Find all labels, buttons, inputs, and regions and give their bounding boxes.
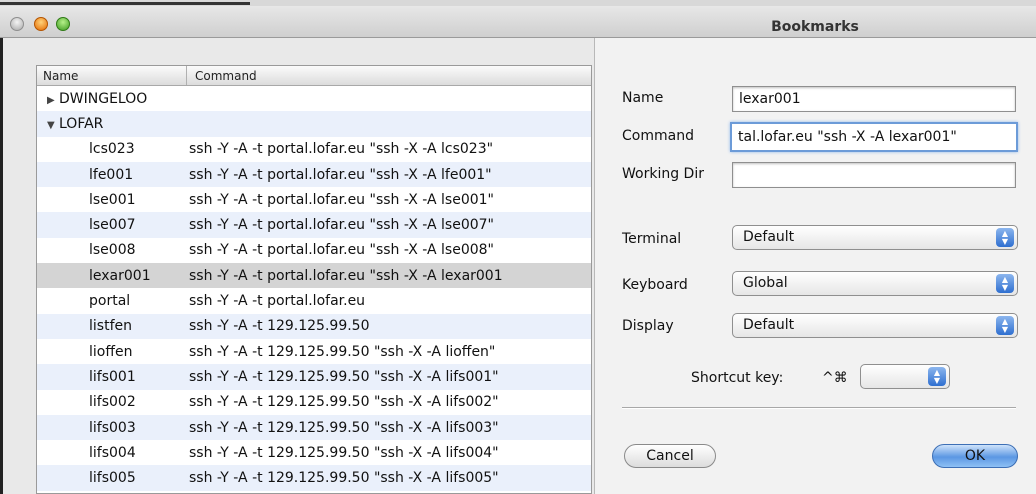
disclosure-expanded-icon[interactable]: ▼	[47, 120, 59, 131]
table-row[interactable]: lifs001 ssh -Y -A -t 129.125.99.50 "ssh …	[37, 364, 591, 390]
table-row[interactable]: lifs002 ssh -Y -A -t 129.125.99.50 "ssh …	[37, 390, 591, 415]
row-name: lifs002	[89, 394, 136, 411]
row-command: ssh -Y -A -t 129.125.99.50 "ssh -X -A li…	[189, 343, 496, 360]
terminal-popup-value: Default	[743, 229, 795, 245]
row-command: ssh -Y -A -t portal.lofar.eu "ssh -X -A …	[189, 166, 492, 183]
command-label: Command	[622, 128, 694, 144]
keyboard-popup[interactable]: Global ▲ ▼	[732, 271, 1018, 296]
bookmark-list-pane: Name Command ▶ DWINGELOO ▼ LOFAR lcs023 ss…	[0, 38, 598, 494]
shortcut-key-popup[interactable]: ▲ ▼	[860, 364, 950, 389]
row-command: ssh -Y -A -t 129.125.99.50	[189, 318, 370, 335]
window-behind-edge	[0, 0, 1036, 6]
row-name: lifs004	[89, 444, 136, 461]
keyboard-label: Keyboard	[622, 277, 688, 293]
keyboard-popup-value: Global	[743, 275, 788, 291]
window-left-edge	[0, 38, 3, 494]
row-name: lifs003	[89, 419, 136, 436]
separator	[622, 407, 1016, 409]
popup-arrows-icon: ▲ ▼	[996, 228, 1014, 247]
group-row-lofar[interactable]: ▼ LOFAR	[37, 111, 591, 137]
bookmark-list[interactable]: Name Command ▶ DWINGELOO ▼ LOFAR lcs023 ss…	[36, 65, 592, 494]
table-row[interactable]: lse007 ssh -Y -A -t portal.lofar.eu "ssh…	[37, 212, 591, 238]
row-name: lifs001	[89, 368, 136, 385]
command-field[interactable]: tal.lofar.eu "ssh -X -A lexar001"	[730, 122, 1018, 152]
list-header: Name Command	[37, 66, 591, 86]
column-header-name[interactable]: Name	[37, 66, 187, 85]
group-label: LOFAR	[59, 115, 104, 132]
row-command: ssh -Y -A -t portal.lofar.eu	[189, 293, 366, 310]
shortcut-label: Shortcut key:	[691, 370, 784, 386]
table-row[interactable]: portal ssh -Y -A -t portal.lofar.eu	[37, 288, 591, 313]
name-label: Name	[622, 90, 664, 106]
title-bar: Bookmarks	[0, 0, 1036, 38]
row-command: ssh -Y -A -t portal.lofar.eu "ssh -X -A …	[189, 217, 494, 234]
row-name: lifs005	[89, 470, 136, 487]
row-name: lexar001	[89, 267, 151, 284]
row-name: lioffen	[89, 343, 133, 360]
table-row[interactable]: lcs023 ssh -Y -A -t portal.lofar.eu "ssh…	[37, 137, 591, 162]
row-name: lse008	[89, 242, 136, 259]
row-command: ssh -Y -A -t 129.125.99.50 "ssh -X -A li…	[189, 470, 499, 487]
row-command: ssh -Y -A -t 129.125.99.50 "ssh -X -A li…	[189, 394, 499, 411]
row-command: ssh -Y -A -t portal.lofar.eu "ssh -X -A …	[189, 141, 494, 158]
column-header-command[interactable]: Command	[187, 66, 591, 85]
terminal-popup[interactable]: Default ▲ ▼	[732, 225, 1018, 250]
display-label: Display	[622, 318, 674, 334]
row-command: ssh -Y -A -t 129.125.99.50 "ssh -X -A li…	[189, 368, 499, 385]
display-popup-value: Default	[743, 317, 795, 333]
terminal-label: Terminal	[622, 231, 682, 247]
row-command: ssh -Y -A -t 129.125.99.50 "ssh -X -A li…	[189, 444, 499, 461]
table-row[interactable]: lioffen ssh -Y -A -t 129.125.99.50 "ssh …	[37, 339, 591, 364]
table-row[interactable]: listfen ssh -Y -A -t 129.125.99.50	[37, 313, 591, 339]
cancel-button[interactable]: Cancel	[624, 444, 716, 468]
table-row[interactable]: lifs004 ssh -Y -A -t 129.125.99.50 "ssh …	[37, 440, 591, 465]
row-name: lfe001	[89, 166, 134, 183]
row-command: ssh -Y -A -t 129.125.99.50 "ssh -X -A li…	[189, 419, 499, 436]
close-button[interactable]	[10, 17, 24, 31]
row-name: listfen	[89, 318, 132, 335]
window-title: Bookmarks	[771, 19, 859, 35]
working-dir-field[interactable]	[732, 162, 1016, 188]
table-row[interactable]: lifs003 ssh -Y -A -t 129.125.99.50 "ssh …	[37, 414, 591, 441]
table-row[interactable]: lfe001 ssh -Y -A -t portal.lofar.eu "ssh…	[37, 161, 591, 188]
row-command: ssh -Y -A -t portal.lofar.eu "ssh -X -A …	[189, 191, 494, 208]
row-name: lse001	[89, 191, 136, 208]
row-command: ssh -Y -A -t portal.lofar.eu "ssh -X -A …	[189, 267, 503, 284]
name-field[interactable]: lexar001	[732, 86, 1016, 112]
display-popup[interactable]: Default ▲ ▼	[732, 313, 1018, 338]
popup-arrows-icon: ▲ ▼	[928, 367, 946, 386]
row-name: lcs023	[89, 141, 135, 158]
zoom-button[interactable]	[56, 17, 70, 31]
row-name: portal	[89, 293, 131, 310]
row-command: ssh -Y -A -t portal.lofar.eu "ssh -X -A …	[189, 242, 494, 259]
minimize-button[interactable]	[34, 17, 48, 31]
group-row-dwingeloo[interactable]: ▶ DWINGELOO	[37, 86, 591, 111]
group-label: DWINGELOO	[59, 90, 148, 107]
disclosure-collapsed-icon[interactable]: ▶	[47, 95, 59, 106]
table-row[interactable]: lse008 ssh -Y -A -t portal.lofar.eu "ssh…	[37, 238, 591, 263]
working-dir-label: Working Dir	[622, 166, 704, 182]
table-row[interactable]: lse001 ssh -Y -A -t portal.lofar.eu "ssh…	[37, 187, 591, 212]
row-name: lse007	[89, 217, 136, 234]
popup-arrows-icon: ▲ ▼	[996, 274, 1014, 293]
ok-button[interactable]: OK	[932, 444, 1018, 468]
table-row[interactable]: lifs005 ssh -Y -A -t 129.125.99.50 "ssh …	[37, 465, 591, 491]
shortcut-modifiers: ^⌘	[822, 370, 848, 386]
table-row-selected[interactable]: lexar001 ssh -Y -A -t portal.lofar.eu "s…	[37, 263, 591, 289]
popup-arrows-icon: ▲ ▼	[996, 316, 1014, 335]
